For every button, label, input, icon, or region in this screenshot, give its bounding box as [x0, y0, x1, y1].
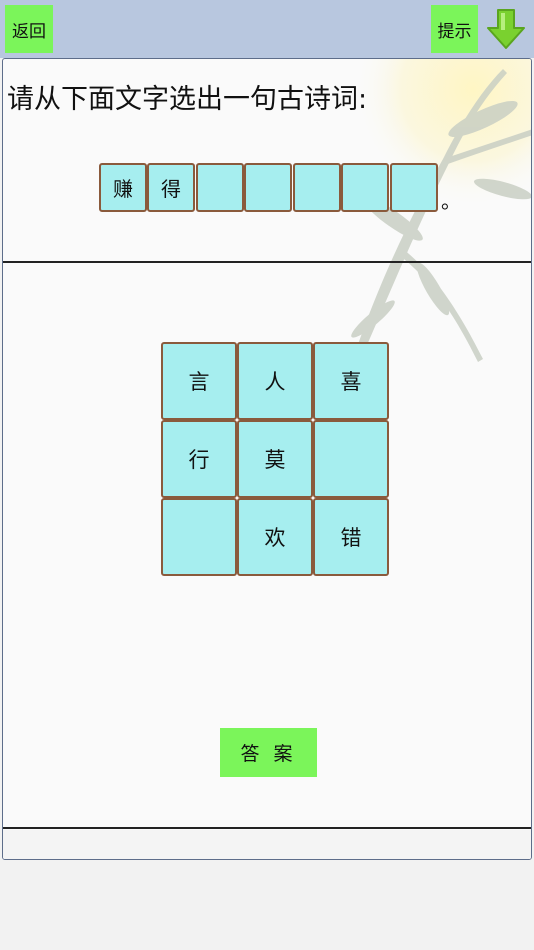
answer-slot[interactable] — [196, 163, 244, 212]
char-tile[interactable]: 莫 — [237, 420, 313, 498]
char-tile[interactable]: 错 — [313, 498, 389, 576]
answer-slot[interactable]: 赚 — [99, 163, 147, 212]
divider — [3, 261, 531, 263]
hint-button[interactable]: 提示 — [431, 5, 478, 53]
answer-button[interactable]: 答 案 — [220, 728, 317, 777]
back-button[interactable]: 返回 — [5, 5, 53, 53]
answer-slot[interactable] — [341, 163, 389, 212]
char-tile[interactable]: 喜 — [313, 342, 389, 420]
answer-slot[interactable] — [293, 163, 341, 212]
divider — [3, 827, 531, 829]
download-arrow-icon[interactable] — [482, 6, 530, 54]
answer-slot[interactable]: 得 — [147, 163, 195, 212]
end-punctuation: 。 — [441, 189, 461, 213]
answer-slot[interactable] — [390, 163, 438, 212]
question-prompt: 请从下面文字选出一句古诗词: — [7, 84, 368, 115]
char-tile[interactable] — [161, 498, 237, 576]
bottom-strip — [3, 830, 531, 859]
char-tile[interactable]: 人 — [237, 342, 313, 420]
char-tile[interactable]: 行 — [161, 420, 237, 498]
char-tile[interactable]: 言 — [161, 342, 237, 420]
top-bar: 返回 提示 — [0, 0, 534, 58]
char-tile[interactable] — [313, 420, 389, 498]
answer-slot[interactable] — [244, 163, 292, 212]
game-panel: 请从下面文字选出一句古诗词: 赚 得 。 言 人 喜 行 莫 欢 错 答 案 — [2, 58, 532, 860]
char-tile[interactable]: 欢 — [237, 498, 313, 576]
